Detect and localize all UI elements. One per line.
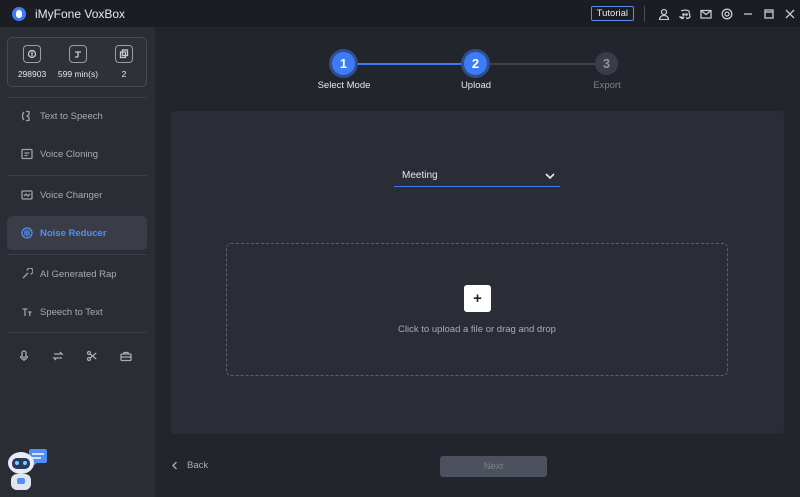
step-2-indicator: 2 <box>464 52 487 75</box>
step-3-indicator: 3 <box>595 52 618 75</box>
mail-icon[interactable] <box>695 0 716 27</box>
stat-count: 2 <box>101 45 147 79</box>
convert-icon[interactable] <box>48 345 82 367</box>
mode-select-value: Meeting <box>402 170 438 181</box>
microphone-icon[interactable] <box>14 345 48 367</box>
sidebar-item-voice-changer[interactable]: Voice Changer <box>7 178 147 212</box>
sidebar-divider <box>7 332 147 333</box>
sidebar-item-label: Speech to Text <box>40 306 103 318</box>
step-3-label: Export <box>593 80 621 91</box>
step-1-indicator: 1 <box>332 52 355 75</box>
sidebar-item-label: Voice Cloning <box>40 148 99 160</box>
mode-select[interactable]: Meeting <box>394 166 560 187</box>
close-icon[interactable] <box>779 0 800 27</box>
count-icon <box>115 45 133 63</box>
next-button[interactable]: Next <box>440 456 547 477</box>
title-bar: iMyFone VoxBox Tutorial <box>0 0 800 27</box>
sidebar-item-speech-to-text[interactable]: Speech to Text <box>7 295 147 329</box>
sidebar-item-ai-generated-rap[interactable]: AI Generated Rap <box>7 257 147 291</box>
cut-icon[interactable] <box>82 345 116 367</box>
add-file-button[interactable]: + <box>464 285 491 312</box>
minutes-icon <box>69 45 87 63</box>
stepper-remaining-line <box>476 63 607 65</box>
characters-icon <box>23 45 41 63</box>
clone-icon <box>20 147 34 161</box>
discord-icon[interactable] <box>674 0 695 27</box>
app-logo-icon <box>12 6 26 21</box>
title-bar-divider <box>644 5 645 22</box>
tutorial-button[interactable]: Tutorial <box>590 6 634 21</box>
sidebar-divider <box>7 97 147 98</box>
stat-characters-value: 298903 <box>17 69 47 79</box>
noise-icon <box>20 226 34 240</box>
sidebar-item-text-to-speech[interactable]: Text to Speech <box>7 99 147 133</box>
toolbox-icon[interactable] <box>116 345 150 367</box>
sidebar-item-voice-cloning[interactable]: Voice Cloning <box>7 137 147 171</box>
minimize-icon[interactable] <box>737 0 758 27</box>
back-button[interactable]: Back <box>171 460 208 471</box>
upload-hint: Click to upload a file or drag and drop <box>398 324 556 335</box>
user-icon[interactable] <box>653 0 674 27</box>
sidebar-divider <box>7 254 147 255</box>
quick-tools <box>14 345 150 367</box>
sidebar: 298903 599 min(s) 2 Text to Speech Voice… <box>0 27 155 497</box>
rap-icon <box>20 267 34 281</box>
chevron-left-icon <box>172 461 177 470</box>
tts-icon <box>20 109 34 123</box>
stat-count-value: 2 <box>121 69 127 79</box>
upload-dropzone[interactable]: + Click to upload a file or drag and dro… <box>226 243 728 376</box>
stepper-progress-line <box>344 63 476 65</box>
stt-icon <box>20 305 34 319</box>
step-2-label: Upload <box>460 80 492 91</box>
sidebar-item-noise-reducer[interactable]: Noise Reducer <box>7 216 147 250</box>
stat-characters: 298903 <box>9 45 55 79</box>
back-label: Back <box>187 460 209 471</box>
assistant-robot-icon[interactable] <box>5 447 49 495</box>
sidebar-item-label: AI Generated Rap <box>40 268 117 280</box>
maximize-icon[interactable] <box>758 0 779 27</box>
step-1-label: Select Mode <box>317 80 371 91</box>
stat-minutes-value: 599 min(s) <box>57 69 99 79</box>
title-bar-controls: Tutorial <box>590 0 800 27</box>
app-title: iMyFone VoxBox <box>35 6 126 21</box>
chevron-down-icon <box>544 169 556 181</box>
stat-minutes: 599 min(s) <box>55 45 101 79</box>
sidebar-item-label: Text to Speech <box>40 110 103 122</box>
sidebar-item-label: Noise Reducer <box>40 227 107 239</box>
usage-stats: 298903 599 min(s) 2 <box>7 37 147 87</box>
sidebar-divider <box>7 175 147 176</box>
changer-icon <box>20 188 34 202</box>
sidebar-item-label: Voice Changer <box>40 189 103 201</box>
settings-icon[interactable] <box>716 0 737 27</box>
